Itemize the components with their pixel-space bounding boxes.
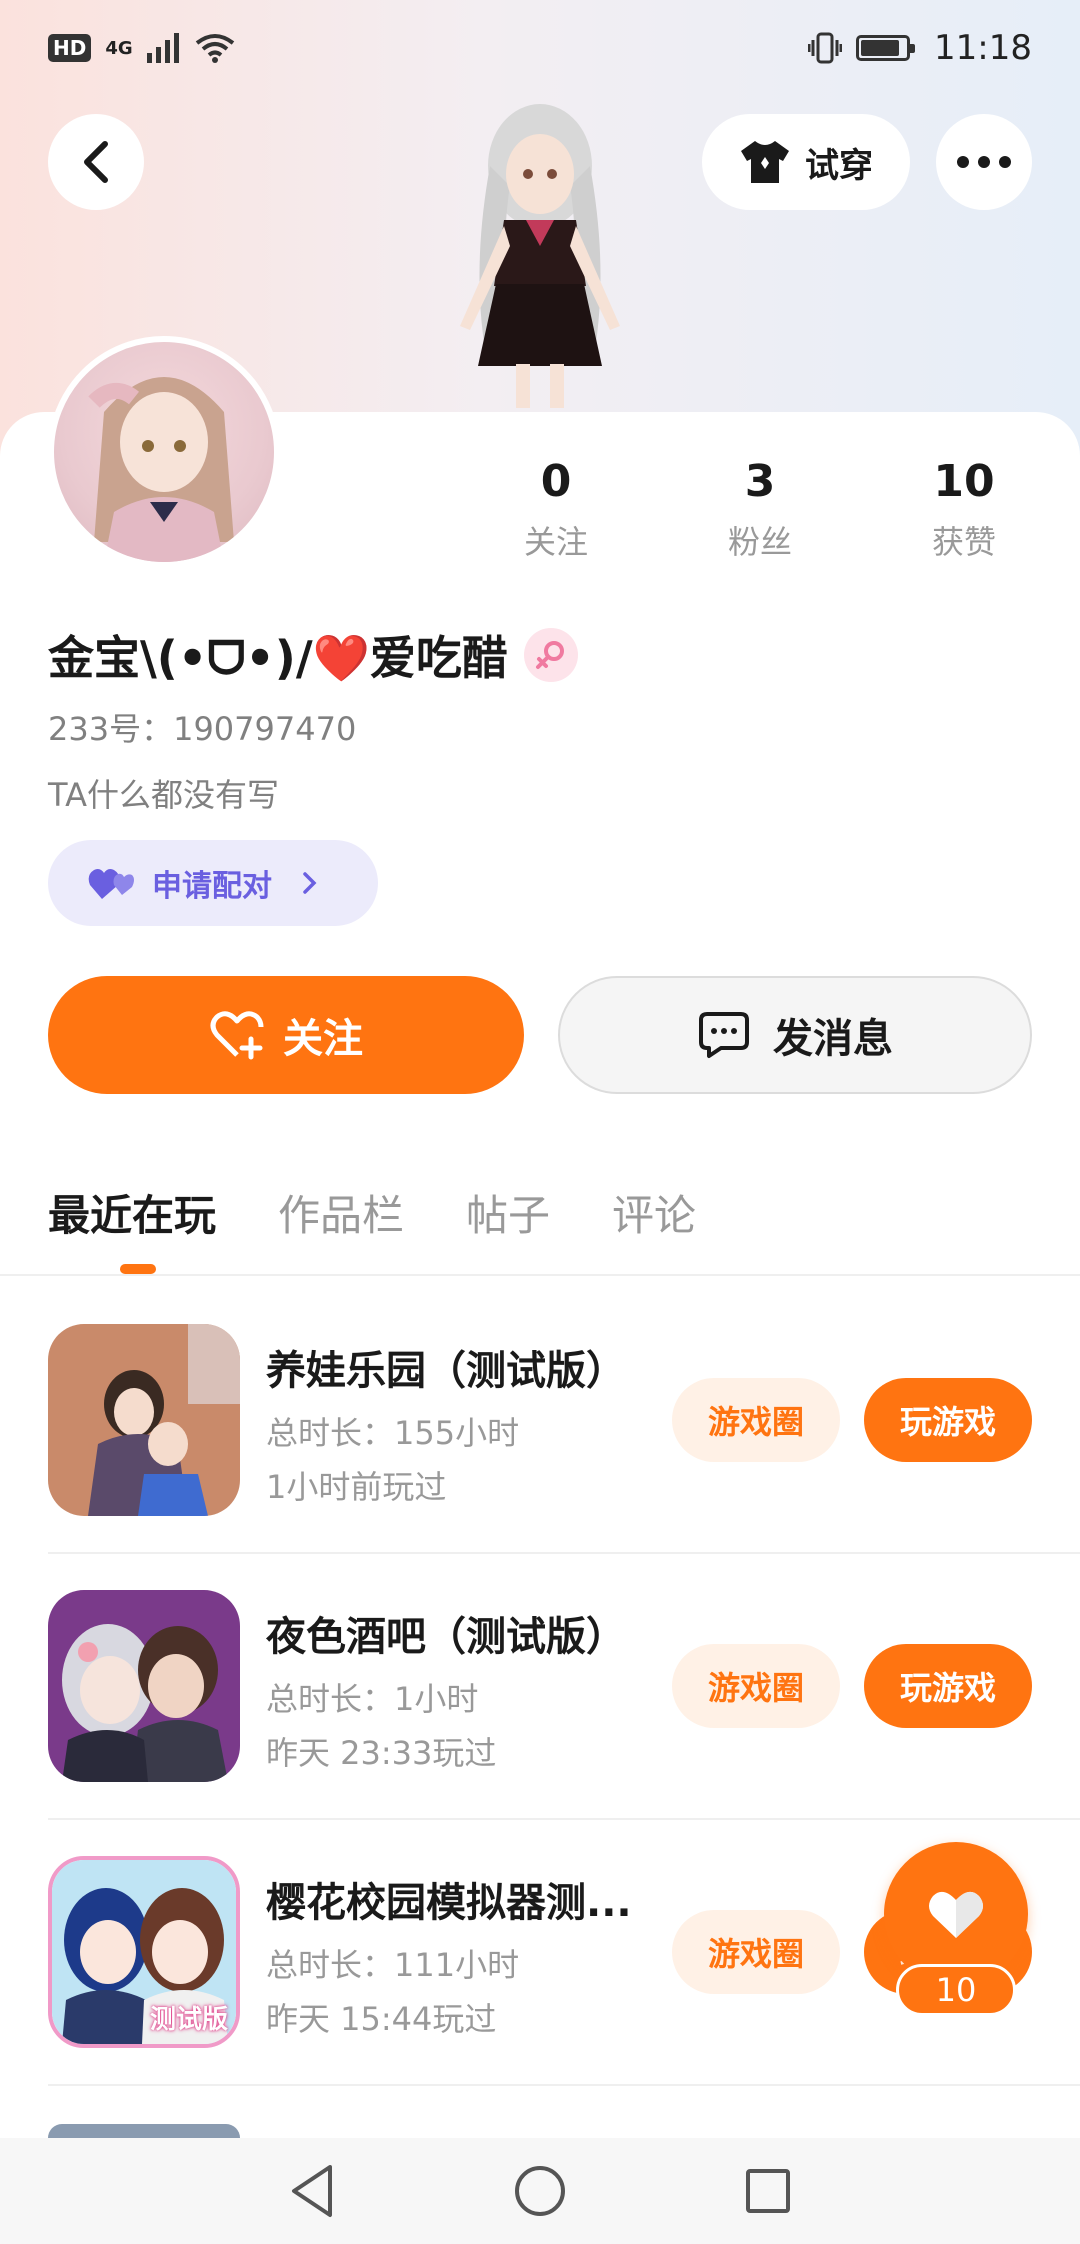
tab-recently-played[interactable]: 最近在玩 [48,1182,216,1262]
profile-tabs: 最近在玩 作品栏 帖子 评论 [48,1182,696,1262]
back-nav-icon[interactable] [288,2163,336,2219]
game-title: 樱花校园模拟器测... [266,1880,632,1926]
user-id: 233号：190797470 [48,710,357,748]
request-pair-button[interactable]: 申请配对 [48,840,378,926]
follow-button[interactable]: 关注 [48,976,524,1094]
female-gender-icon [523,628,578,682]
tab-works[interactable]: 作品栏 [278,1182,404,1262]
game-total-duration: 总时长：1小时 [266,1680,479,1718]
like-count-badge: 10 [896,1964,1016,2016]
game-circle-button[interactable]: 游戏圈 [672,1910,840,1994]
network-type: 4G [105,37,133,59]
wifi-icon [195,34,234,63]
home-nav-icon[interactable] [513,2164,567,2218]
partial-game-icon [48,2124,240,2138]
game-title: 夜色酒吧（测试版） [266,1614,626,1660]
stat-following[interactable]: 0 关注 [476,456,636,563]
game-icon: 测试版 [48,1856,240,2048]
stat-fans-value: 3 [744,456,776,507]
recents-nav-icon[interactable] [744,2167,792,2215]
try-on-button[interactable]: 试穿 [702,114,910,210]
game-circle-button[interactable]: 游戏圈 [672,1644,840,1728]
avatar-character-figure [460,104,620,408]
status-time: 11:18 [934,28,1032,68]
active-tab-indicator [120,1264,156,1274]
game-last-played: 1小时前玩过 [266,1468,447,1506]
heart-icon [929,1891,983,1938]
request-pair-label: 申请配对 [152,869,272,904]
game-icon-badge: 测试版 [149,2005,228,2035]
chevron-right-icon [303,872,317,894]
hearts-icon [88,869,134,899]
tab-posts[interactable]: 帖子 [466,1182,550,1262]
chevron-left-icon [84,141,108,183]
game-total-duration: 总时长：155小时 [266,1414,520,1452]
game-total-duration: 总时长：111小时 [266,1946,520,1984]
game-circle-button[interactable]: 游戏圈 [672,1378,840,1462]
bio-text: TA什么都没有写 [48,776,279,814]
play-game-button[interactable]: 玩游戏 [864,1378,1032,1462]
send-message-label: 发消息 [773,1016,893,1062]
tab-comments[interactable]: 评论 [612,1182,696,1262]
back-button[interactable] [48,114,144,210]
game-list-item[interactable]: 测试版 樱花校园模拟器测... 总时长：111小时 昨天 15:44玩过 游戏圈… [48,1856,1032,2048]
game-list-item[interactable]: 夜色酒吧（测试版） 总时长：1小时 昨天 23:33玩过 游戏圈 玩游戏 [48,1590,1032,1782]
game-icon [48,1324,240,1516]
stat-fans[interactable]: 3 粉丝 [680,456,840,563]
hd-badge: HD [48,34,92,62]
nickname-row: 金宝\(•ᗜ•)/❤️爱吃醋 [48,622,578,688]
shirt-icon [741,141,789,183]
try-on-label: 试穿 [805,145,873,186]
stat-following-value: 0 [540,456,572,507]
battery-icon [856,35,916,61]
game-last-played: 昨天 23:33玩过 [266,1734,497,1772]
stat-likes[interactable]: 10 获赞 [884,456,1044,563]
list-divider [48,1818,1080,1820]
list-divider [48,1552,1080,1554]
tabs-divider [0,1274,1080,1276]
stat-likes-label: 获赞 [931,523,996,561]
chat-bubble-icon [699,1012,749,1058]
send-message-button[interactable]: 发消息 [558,976,1032,1094]
game-icon [48,1590,240,1782]
heart-plus-icon [210,1011,264,1060]
play-game-button[interactable]: 玩游戏 [864,1644,1032,1728]
profile-stats: 0 关注 3 粉丝 10 获赞 [0,456,1080,576]
status-bar: HD 4G 11:18 [0,0,1080,96]
game-last-played: 昨天 15:44玩过 [266,2000,497,2038]
signal-icon [146,33,179,63]
stat-fans-label: 粉丝 [727,523,792,561]
vibrate-icon [808,32,843,64]
system-navigation-bar [0,2138,1080,2244]
list-divider [48,2084,1080,2086]
more-dots-icon [957,156,1011,168]
follow-label: 关注 [283,1016,363,1062]
stat-likes-value: 10 [933,456,995,507]
stat-following-label: 关注 [523,523,588,561]
game-title: 养娃乐园（测试版） [266,1348,626,1394]
game-list-item[interactable]: 养娃乐园（测试版） 总时长：155小时 1小时前玩过 游戏圈 玩游戏 [48,1324,1032,1516]
more-options-button[interactable] [936,114,1032,210]
nickname: 金宝\(•ᗜ•)/❤️爱吃醋 [48,631,508,685]
